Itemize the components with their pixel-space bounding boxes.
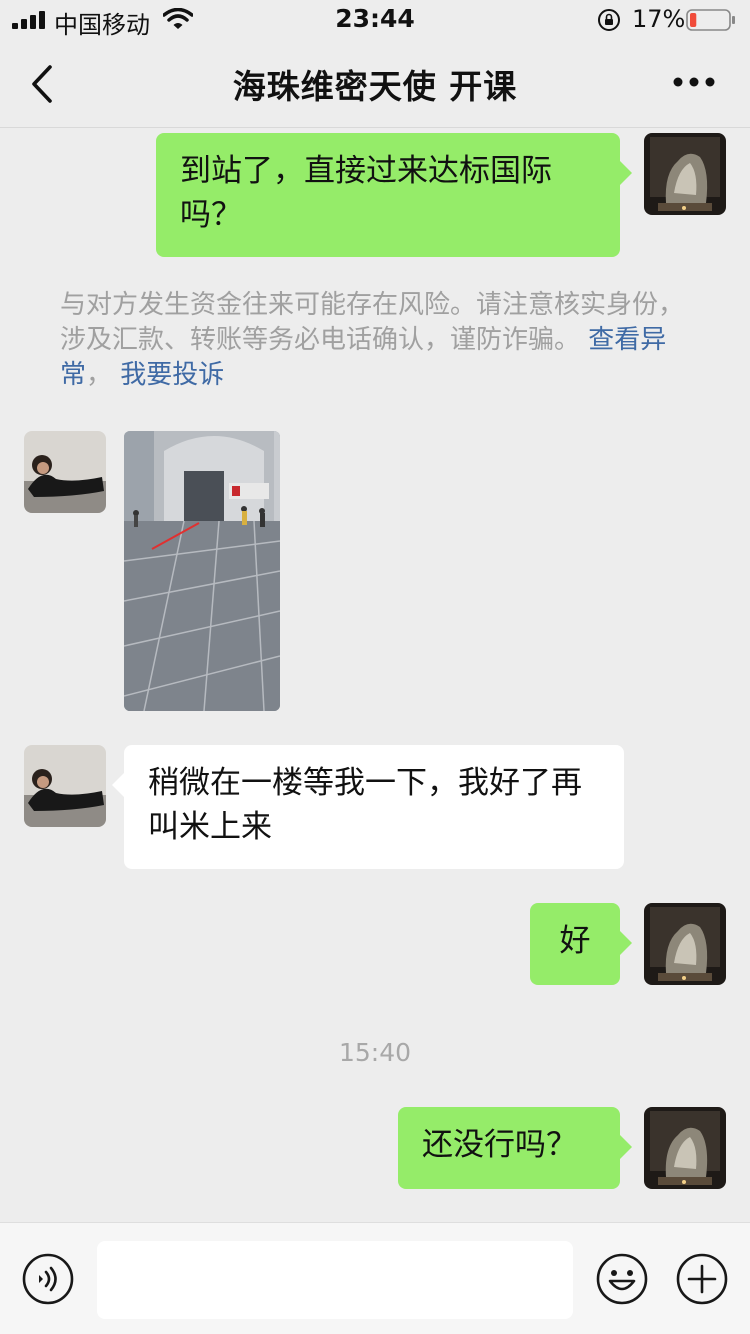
- contact-avatar[interactable]: [24, 745, 106, 827]
- nav-bar: 海珠维密天使 开课: [0, 40, 750, 128]
- message-bubble-received[interactable]: 稍微在一楼等我一下，我好了再叫米上来: [112, 745, 624, 869]
- message-bubble-sent[interactable]: 还没行吗？: [398, 1107, 632, 1189]
- message-text: 还没行吗？: [422, 1127, 577, 1163]
- status-bar: 中国移动 23:44 17%: [0, 0, 750, 40]
- plus-icon[interactable]: [676, 1253, 728, 1305]
- shared-photo[interactable]: [124, 431, 280, 711]
- message-text: 到站了，直接过来达标国际吗？: [180, 153, 552, 233]
- battery-icon: [686, 9, 735, 31]
- my-avatar[interactable]: [644, 903, 726, 985]
- message-text: 稍微在一楼等我一下，我好了再叫米上来: [148, 765, 582, 845]
- orientation-lock-icon: [598, 9, 620, 31]
- message-bubble-sent[interactable]: 好: [530, 903, 632, 985]
- message-text: 好: [559, 923, 591, 959]
- message-input[interactable]: [97, 1241, 573, 1319]
- warning-separator: ，: [86, 360, 113, 390]
- more-dots-icon[interactable]: [672, 74, 716, 90]
- report-complaint-link[interactable]: 我要投诉: [120, 360, 224, 390]
- chat-title: 海珠维密天使 开课: [232, 67, 518, 106]
- voice-icon[interactable]: [22, 1253, 74, 1305]
- chat-input-bar: [0, 1222, 750, 1334]
- message-timestamp: 15:40: [338, 1038, 412, 1067]
- battery-percentage: 17%: [632, 5, 686, 33]
- emoji-icon[interactable]: [596, 1253, 648, 1305]
- fraud-warning-notice: 与对方发生资金往来可能存在风险。请注意核实身份，涉及汇款、转账等务必电话确认，谨…: [60, 288, 700, 393]
- my-avatar[interactable]: [644, 1107, 726, 1189]
- message-bubble-sent[interactable]: 到站了，直接过来达标国际吗？: [156, 133, 632, 257]
- my-avatar[interactable]: [644, 133, 726, 215]
- contact-avatar[interactable]: [24, 431, 106, 513]
